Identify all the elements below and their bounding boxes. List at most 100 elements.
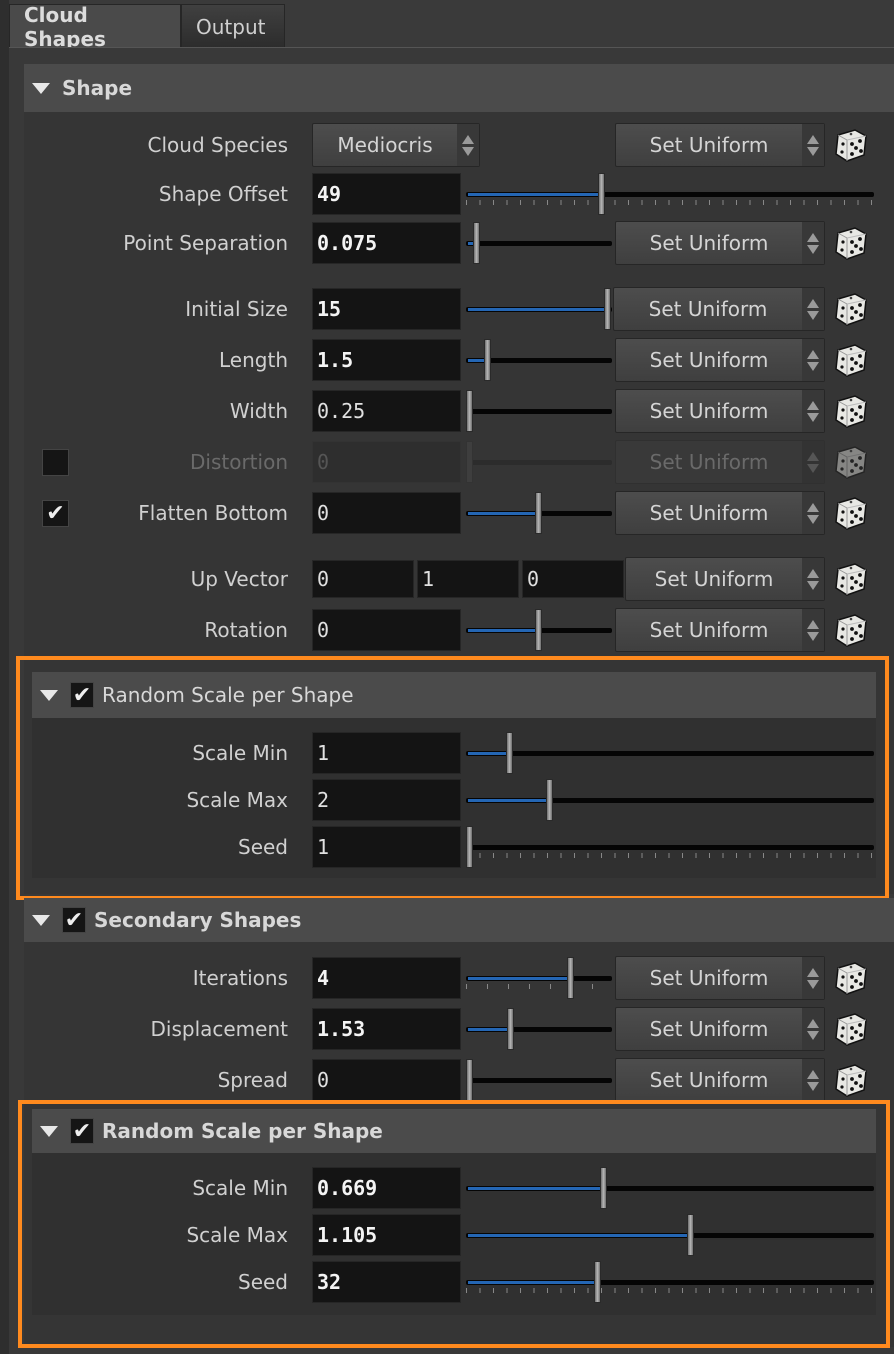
slider-handle[interactable] xyxy=(466,441,473,483)
seed-field[interactable]: 1 xyxy=(312,826,461,868)
up-vector-z-field[interactable]: 0 xyxy=(522,560,624,598)
iterations-slider[interactable] xyxy=(464,956,612,1000)
seed-field[interactable]: 32 xyxy=(312,1261,461,1303)
scale-min-slider[interactable] xyxy=(464,731,874,775)
displacement-slider[interactable] xyxy=(464,1007,612,1051)
length-field[interactable]: 1.5 xyxy=(312,339,461,381)
secondary-shapes-checkbox[interactable]: ✔ xyxy=(62,907,86,933)
slider-handle[interactable] xyxy=(466,826,473,868)
flatten-bottom-field[interactable]: 0 xyxy=(312,492,461,534)
slider-track[interactable] xyxy=(466,241,612,246)
seed-slider[interactable] xyxy=(464,825,874,869)
set-uniform-dropdown[interactable]: Set Uniform xyxy=(615,440,825,484)
point-separation-field[interactable]: 0.075 xyxy=(312,222,461,264)
folder-secondary-header[interactable]: ✔ Secondary Shapes xyxy=(24,898,894,942)
initial-size-field[interactable]: 15 xyxy=(312,288,461,330)
dice-icon[interactable] xyxy=(833,127,869,163)
dice-icon[interactable] xyxy=(833,1011,869,1047)
slider-handle[interactable] xyxy=(472,222,480,264)
set-uniform-dropdown[interactable]: Set Uniform xyxy=(615,338,825,382)
rotation-slider[interactable] xyxy=(464,608,612,652)
dice-icon[interactable] xyxy=(833,1062,869,1098)
slider-track[interactable] xyxy=(466,460,612,465)
dice-icon[interactable] xyxy=(833,444,869,480)
triangle-down-icon[interactable] xyxy=(40,689,58,701)
slider-handle[interactable] xyxy=(546,779,553,821)
slider-handle[interactable] xyxy=(566,957,574,999)
folder-shape-header[interactable]: Shape xyxy=(24,64,894,112)
scale-max-field[interactable]: 2 xyxy=(312,779,461,821)
spread-slider[interactable] xyxy=(464,1058,612,1102)
set-uniform-dropdown[interactable]: Set Uniform xyxy=(615,491,825,535)
scale-max-slider[interactable] xyxy=(464,1213,874,1257)
triangle-down-icon[interactable] xyxy=(32,914,50,926)
set-uniform-dropdown[interactable]: Set Uniform xyxy=(615,123,825,167)
length-slider[interactable] xyxy=(464,338,612,382)
scale-min-slider[interactable] xyxy=(464,1166,874,1210)
triangle-down-icon[interactable] xyxy=(40,1125,58,1137)
triangle-down-icon[interactable] xyxy=(32,82,50,94)
random-scale-1-header[interactable]: ✔ Random Scale per Shape xyxy=(32,672,876,718)
spread-field[interactable]: 0 xyxy=(312,1059,461,1101)
set-uniform-dropdown[interactable]: Set Uniform xyxy=(615,1007,825,1051)
slider-track[interactable] xyxy=(466,409,612,414)
iterations-field[interactable]: 4 xyxy=(312,957,461,999)
slider-track[interactable] xyxy=(466,751,874,756)
scale-min-field[interactable]: 1 xyxy=(312,732,461,774)
seed-slider[interactable] xyxy=(464,1260,874,1304)
distortion-toggle-checkbox[interactable] xyxy=(42,449,69,476)
dice-icon[interactable] xyxy=(833,225,869,261)
up-vector-y-field[interactable]: 1 xyxy=(417,560,519,598)
flatten-bottom-checkbox[interactable]: ✔ xyxy=(42,500,69,527)
slider-handle[interactable] xyxy=(604,288,611,330)
slider-handle[interactable] xyxy=(598,173,605,215)
slider-track[interactable] xyxy=(466,845,874,850)
slider-handle[interactable] xyxy=(466,1059,473,1101)
dice-icon[interactable] xyxy=(833,393,869,429)
slider-handle[interactable] xyxy=(466,390,473,432)
dice-icon[interactable] xyxy=(833,561,869,597)
slider-handle[interactable] xyxy=(535,609,542,651)
random-scale-2-header[interactable]: ✔ Random Scale per Shape xyxy=(32,1109,876,1153)
random-scale-1-checkbox[interactable]: ✔ xyxy=(70,682,94,708)
slider-handle[interactable] xyxy=(600,1167,607,1209)
set-uniform-dropdown[interactable]: Set Uniform xyxy=(615,956,825,1000)
dice-icon[interactable] xyxy=(833,495,869,531)
point-separation-slider[interactable] xyxy=(464,221,612,265)
dice-icon[interactable] xyxy=(833,960,869,996)
scale-max-field[interactable]: 1.105 xyxy=(312,1214,461,1256)
slider-handle[interactable] xyxy=(506,732,513,774)
set-uniform-dropdown[interactable]: Set Uniform xyxy=(615,221,825,265)
random-scale-2-checkbox[interactable]: ✔ xyxy=(70,1118,94,1144)
slider-handle[interactable] xyxy=(535,492,542,534)
tab-output[interactable]: Output xyxy=(181,4,285,48)
cloud-species-dropdown[interactable]: Mediocris xyxy=(312,123,480,167)
flatten-bottom-slider[interactable] xyxy=(464,491,612,535)
set-uniform-dropdown[interactable]: Set Uniform xyxy=(613,287,825,331)
dice-icon[interactable] xyxy=(833,612,869,648)
slider-track[interactable] xyxy=(466,1078,612,1083)
rotation-field[interactable]: 0 xyxy=(312,609,461,651)
dice-icon[interactable] xyxy=(833,291,869,327)
distortion-field[interactable]: 0 xyxy=(312,441,461,483)
tab-cloud-shapes[interactable]: Cloud Shapes xyxy=(9,3,181,51)
slider-handle[interactable] xyxy=(507,1008,515,1050)
width-field[interactable]: 0.25 xyxy=(312,390,461,432)
width-slider[interactable] xyxy=(464,389,612,433)
distortion-slider[interactable] xyxy=(464,440,612,484)
initial-size-slider[interactable] xyxy=(464,287,612,331)
slider-handle[interactable] xyxy=(687,1214,695,1256)
dice-icon[interactable] xyxy=(833,342,869,378)
displacement-field[interactable]: 1.53 xyxy=(312,1008,461,1050)
scale-max-slider[interactable] xyxy=(464,778,874,822)
scale-min-field[interactable]: 0.669 xyxy=(312,1167,461,1209)
set-uniform-dropdown[interactable]: Set Uniform xyxy=(625,557,825,601)
set-uniform-dropdown[interactable]: Set Uniform xyxy=(615,1058,825,1102)
slider-handle[interactable] xyxy=(594,1261,601,1303)
slider-handle[interactable] xyxy=(483,339,491,381)
shape-offset-field[interactable]: 49 xyxy=(312,173,461,215)
set-uniform-dropdown[interactable]: Set Uniform xyxy=(615,389,825,433)
set-uniform-dropdown[interactable]: Set Uniform xyxy=(615,608,825,652)
shape-offset-slider[interactable] xyxy=(464,172,874,216)
up-vector-x-field[interactable]: 0 xyxy=(312,560,414,598)
